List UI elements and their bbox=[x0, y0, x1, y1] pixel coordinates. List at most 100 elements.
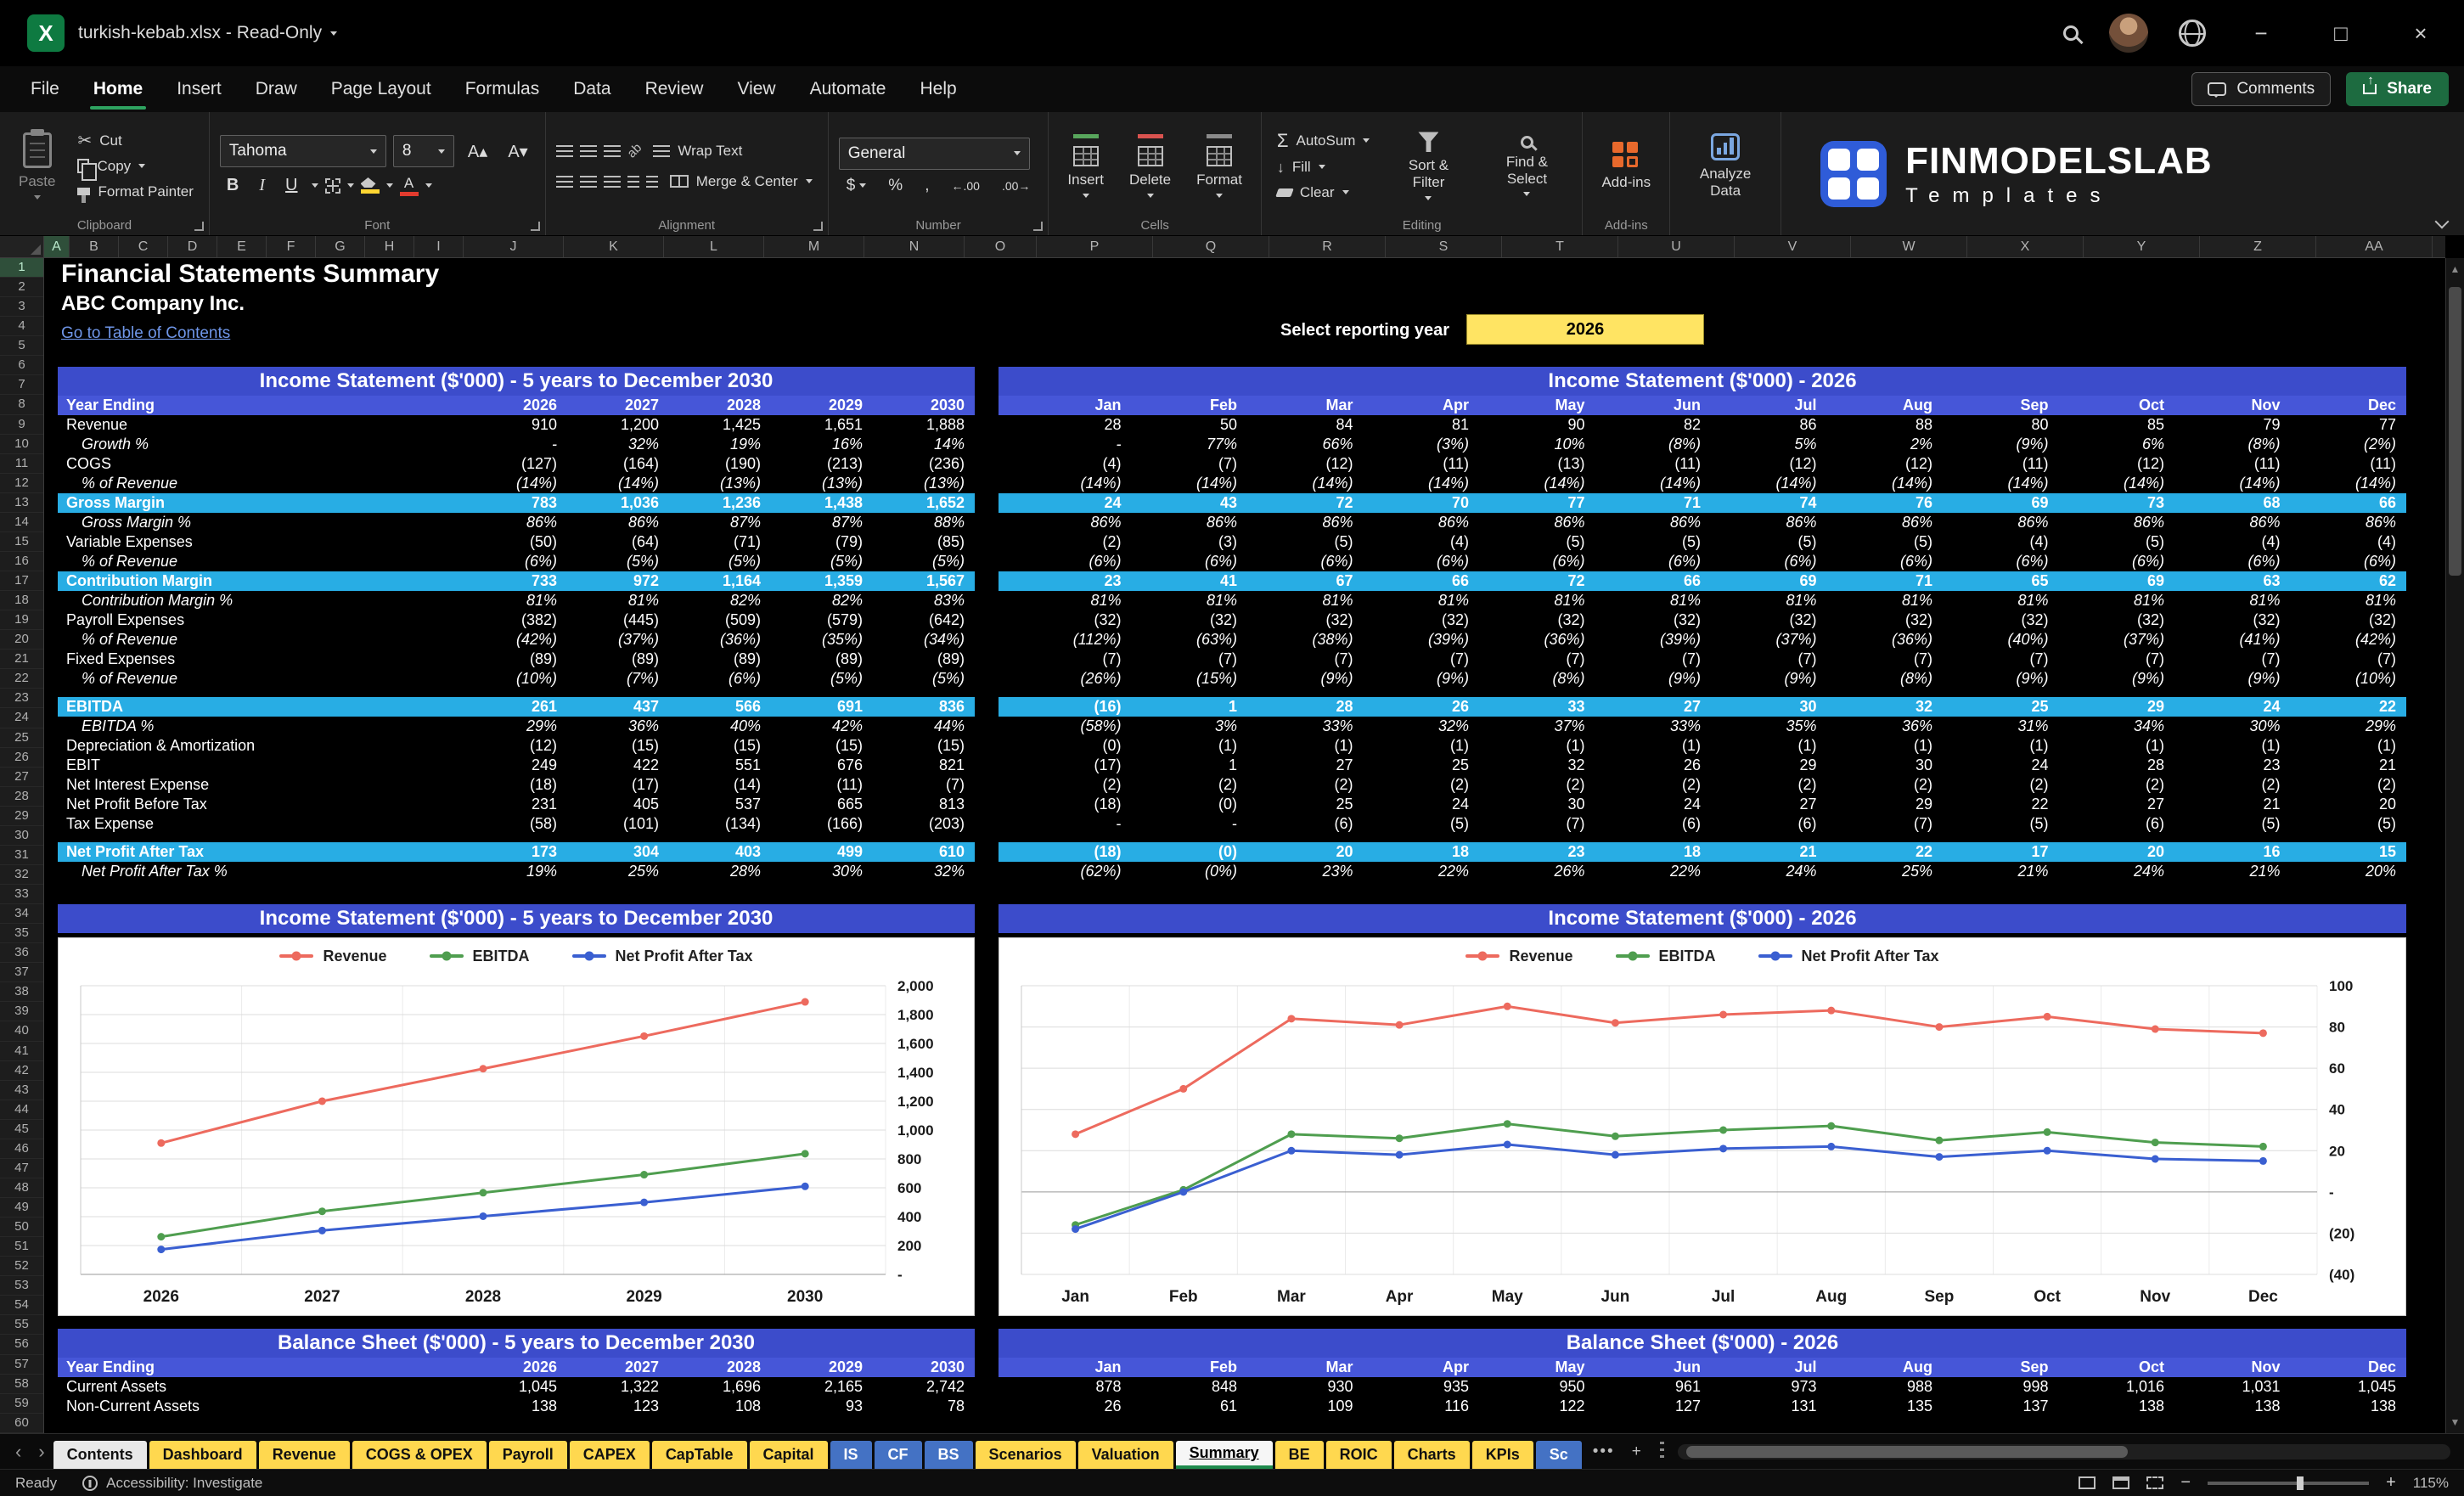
row-label-cell[interactable]: Variable Expenses bbox=[58, 532, 465, 552]
cell[interactable]: (58) bbox=[465, 814, 567, 834]
cell[interactable]: 123 bbox=[567, 1397, 669, 1416]
cell[interactable]: 80 bbox=[1943, 415, 2059, 435]
cell[interactable]: 27 bbox=[2059, 795, 2175, 814]
cell[interactable]: 665 bbox=[771, 795, 873, 814]
cell[interactable]: 24 bbox=[1015, 493, 1132, 513]
row-header-58[interactable]: 58 bbox=[0, 1375, 43, 1394]
cell[interactable]: (14%) bbox=[2059, 474, 2175, 493]
row-label-cell[interactable] bbox=[999, 862, 1015, 881]
cell[interactable]: 24 bbox=[1943, 756, 2059, 775]
table-col-header[interactable]: Apr bbox=[1363, 1358, 1479, 1377]
cell[interactable]: (42%) bbox=[2291, 630, 2407, 650]
cell[interactable]: 131 bbox=[1711, 1397, 1827, 1416]
row-header-22[interactable]: 22 bbox=[0, 669, 43, 689]
cell[interactable]: 33 bbox=[1479, 697, 1595, 717]
row-label-cell[interactable] bbox=[999, 756, 1015, 775]
cell[interactable]: 83% bbox=[873, 591, 975, 610]
close-button[interactable]: × bbox=[2396, 20, 2445, 47]
clear-button[interactable]: Clear bbox=[1272, 182, 1375, 204]
cell[interactable]: (14%) bbox=[1132, 474, 1248, 493]
cell[interactable]: 19% bbox=[669, 435, 771, 454]
merge-center-button[interactable]: Merge & Center bbox=[665, 171, 818, 193]
row-header-33[interactable]: 33 bbox=[0, 885, 43, 905]
cell[interactable]: (1) bbox=[1711, 736, 1827, 756]
cell[interactable]: (12) bbox=[465, 736, 567, 756]
cell[interactable]: (11) bbox=[2174, 454, 2291, 474]
cell[interactable]: 23% bbox=[1247, 862, 1364, 881]
cell[interactable]: (9%) bbox=[1247, 669, 1364, 689]
cell[interactable]: 935 bbox=[1364, 1377, 1480, 1397]
cell[interactable]: 138 bbox=[2059, 1397, 2175, 1416]
increase-decimal-button[interactable]: ←.00 bbox=[943, 179, 987, 193]
cell[interactable]: 81% bbox=[465, 591, 567, 610]
cell[interactable]: (3%) bbox=[1364, 435, 1480, 454]
cell[interactable]: (5%) bbox=[873, 669, 975, 689]
cell[interactable]: (0) bbox=[1015, 736, 1132, 756]
cell[interactable]: (85) bbox=[873, 532, 975, 552]
cell[interactable]: 93 bbox=[771, 1397, 873, 1416]
row-label-cell[interactable] bbox=[999, 630, 1015, 650]
cell[interactable]: (5) bbox=[2174, 814, 2291, 834]
row-label-cell[interactable]: Growth % bbox=[58, 435, 465, 454]
cell[interactable]: (32) bbox=[1711, 610, 1827, 630]
row-header-47[interactable]: 47 bbox=[0, 1159, 43, 1178]
cut-button[interactable]: ✂ Cut bbox=[72, 130, 198, 152]
cell[interactable]: (14%) bbox=[2174, 474, 2291, 493]
table-col-header[interactable]: Aug bbox=[1826, 396, 1943, 415]
cell[interactable]: (1) bbox=[2291, 736, 2407, 756]
cell[interactable]: (4) bbox=[2291, 532, 2407, 552]
cell[interactable]: (6%) bbox=[1711, 552, 1827, 571]
row-header-17[interactable]: 17 bbox=[0, 571, 43, 592]
cell[interactable]: 1,651 bbox=[771, 415, 873, 435]
cell[interactable]: (7) bbox=[1943, 650, 2059, 669]
cell[interactable]: (382) bbox=[465, 610, 567, 630]
cell[interactable]: 32 bbox=[1479, 756, 1595, 775]
cell[interactable]: 135 bbox=[1827, 1397, 1944, 1416]
cell[interactable]: 86 bbox=[1711, 415, 1827, 435]
cell[interactable]: 86% bbox=[1015, 513, 1132, 532]
wrap-text-button[interactable]: Wrap Text bbox=[648, 140, 747, 162]
cell[interactable]: (14%) bbox=[1595, 474, 1712, 493]
cell[interactable]: (127) bbox=[465, 454, 567, 474]
ribbon-tab-page-layout[interactable]: Page Layout bbox=[314, 66, 448, 112]
cell[interactable]: 42% bbox=[771, 717, 873, 736]
cell[interactable]: 25% bbox=[567, 862, 669, 881]
cell[interactable]: 86% bbox=[2291, 513, 2407, 532]
cell[interactable]: 24% bbox=[1711, 862, 1827, 881]
cell[interactable]: (17) bbox=[567, 775, 669, 795]
vertical-scrollbar-thumb[interactable] bbox=[2449, 287, 2461, 576]
align-bottom-icon[interactable] bbox=[603, 144, 621, 157]
row-header-53[interactable]: 53 bbox=[0, 1276, 43, 1296]
cell[interactable]: 28 bbox=[1247, 697, 1364, 717]
row-header-50[interactable]: 50 bbox=[0, 1218, 43, 1238]
zoom-slider[interactable] bbox=[2208, 1476, 2370, 1490]
cell[interactable]: 81 bbox=[1364, 415, 1480, 435]
cell[interactable]: (15) bbox=[771, 736, 873, 756]
table-header-label[interactable]: Year Ending bbox=[58, 1358, 465, 1377]
table-col-header[interactable]: Sep bbox=[1943, 1358, 2059, 1377]
cell[interactable]: 66 bbox=[2290, 493, 2406, 513]
sheet-tab-contents[interactable]: Contents bbox=[53, 1441, 147, 1469]
cell[interactable]: (36%) bbox=[1827, 630, 1944, 650]
row-header-25[interactable]: 25 bbox=[0, 728, 43, 748]
sheet-tab-is[interactable]: IS bbox=[830, 1441, 872, 1469]
cell[interactable]: 2,742 bbox=[873, 1377, 975, 1397]
cell[interactable]: (1) bbox=[2174, 736, 2291, 756]
row-header-44[interactable]: 44 bbox=[0, 1100, 43, 1120]
cell[interactable]: 691 bbox=[771, 697, 873, 717]
sheet-tab-be[interactable]: BE bbox=[1274, 1441, 1324, 1469]
cell[interactable]: 37% bbox=[1479, 717, 1595, 736]
cell[interactable]: 87% bbox=[771, 513, 873, 532]
share-button[interactable]: Share bbox=[2346, 72, 2449, 106]
horizontal-scrollbar[interactable] bbox=[1677, 1443, 2450, 1459]
row-label-cell[interactable] bbox=[999, 775, 1015, 795]
cell[interactable]: 84 bbox=[1247, 415, 1364, 435]
cell[interactable]: 1,322 bbox=[567, 1377, 669, 1397]
cell[interactable]: (5) bbox=[1943, 814, 2059, 834]
cell[interactable]: 22 bbox=[1943, 795, 2059, 814]
row-header-6[interactable]: 6 bbox=[0, 356, 43, 376]
cell[interactable]: 137 bbox=[1943, 1397, 2059, 1416]
row-header-51[interactable]: 51 bbox=[0, 1237, 43, 1257]
cell[interactable]: (6) bbox=[1247, 814, 1364, 834]
cell[interactable]: (14%) bbox=[1479, 474, 1595, 493]
